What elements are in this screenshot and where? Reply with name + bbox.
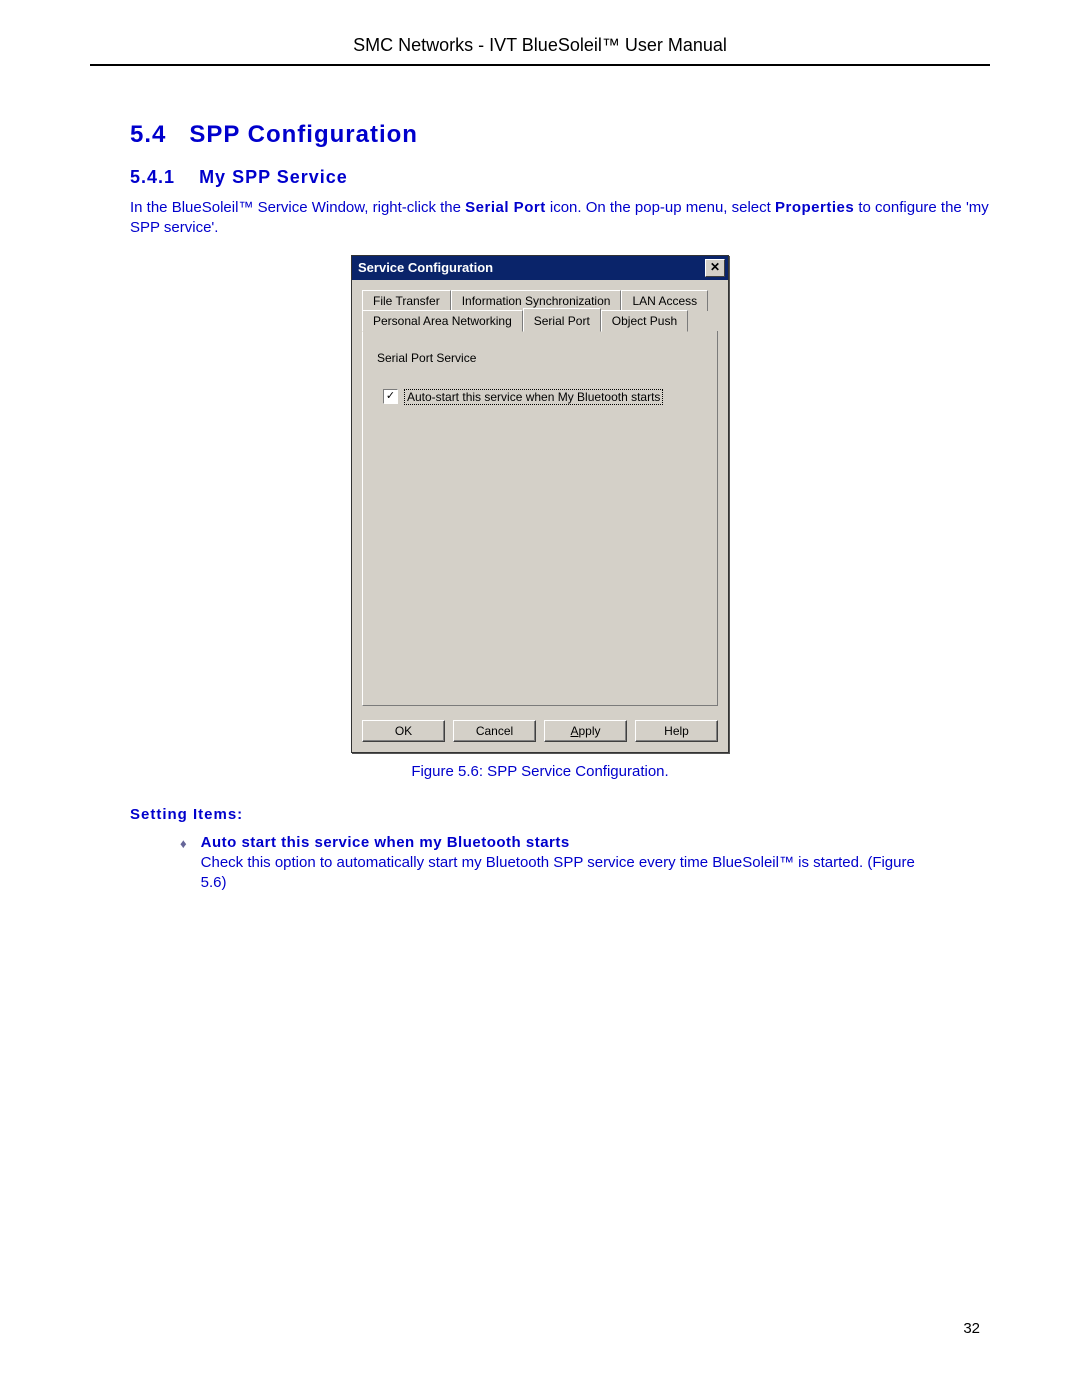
group-label-serial-port-service: Serial Port Service [377,351,703,365]
check-icon: ✓ [386,391,395,402]
page-number: 32 [963,1320,980,1337]
figure-container: Service Configuration ✕ File Transfer In… [90,255,990,753]
tab-panel-serial-port: Serial Port Service ✓ Auto-start this se… [362,331,718,706]
section-heading: 5.4 SPP Configuration [130,121,990,149]
section-number: 5.4 [130,121,166,148]
subsection-number: 5.4.1 [130,167,175,187]
bullet-title: Auto start this service when my Bluetoot… [201,834,570,851]
dialog-button-row: OK Cancel Apply Help [352,712,728,752]
checkbox-row-autostart: ✓ Auto-start this service when My Blueto… [383,389,703,405]
close-icon: ✕ [710,260,720,274]
intro-paragraph: In the BlueSoleil™ Service Window, right… [130,198,990,239]
dialog-titlebar: Service Configuration ✕ [352,256,728,280]
tabs-area: File Transfer Information Synchronizatio… [352,280,728,712]
checkbox-label-autostart: Auto-start this service when My Bluetoot… [404,389,663,405]
tab-file-transfer[interactable]: File Transfer [362,290,451,311]
section-title: SPP Configuration [189,121,418,148]
apply-button[interactable]: Apply [544,720,627,742]
tab-serial-port[interactable]: Serial Port [523,308,601,332]
close-button[interactable]: ✕ [705,259,725,277]
intro-serial-port: Serial Port [465,199,546,216]
bullet-text: Check this option to automatically start… [201,854,915,891]
tab-object-push[interactable]: Object Push [601,310,688,332]
tab-personal-area-networking[interactable]: Personal Area Networking [362,310,523,332]
cancel-button[interactable]: Cancel [453,720,536,742]
setting-items-label: Setting Items: [130,806,990,823]
intro-text-1: In the BlueSoleil™ Service Window, right… [130,199,465,216]
apply-underline: A [570,724,578,738]
apply-rest: pply [579,724,601,738]
bullet-body: Auto start this service when my Bluetoot… [201,833,990,894]
checkbox-autostart[interactable]: ✓ [383,389,398,404]
ok-button[interactable]: OK [362,720,445,742]
intro-properties: Properties [775,199,854,216]
page-header-title: SMC Networks - IVT BlueSoleil™ User Manu… [90,35,990,64]
service-configuration-dialog: Service Configuration ✕ File Transfer In… [351,255,729,753]
subsection-title: My SPP Service [199,167,348,187]
bullet-item-autostart: ♦ Auto start this service when my Blueto… [180,833,990,894]
tab-lan-access[interactable]: LAN Access [621,290,708,311]
subsection-heading: 5.4.1 My SPP Service [130,167,990,188]
tabs-row-front: Personal Area Networking Serial Port Obj… [362,310,718,332]
intro-text-2: icon. On the pop-up menu, select [546,199,775,216]
dialog-title: Service Configuration [358,260,493,275]
figure-caption: Figure 5.6: SPP Service Configuration. [90,763,990,780]
help-button[interactable]: Help [635,720,718,742]
header-rule [90,64,990,66]
bullet-marker-icon: ♦ [180,833,187,894]
